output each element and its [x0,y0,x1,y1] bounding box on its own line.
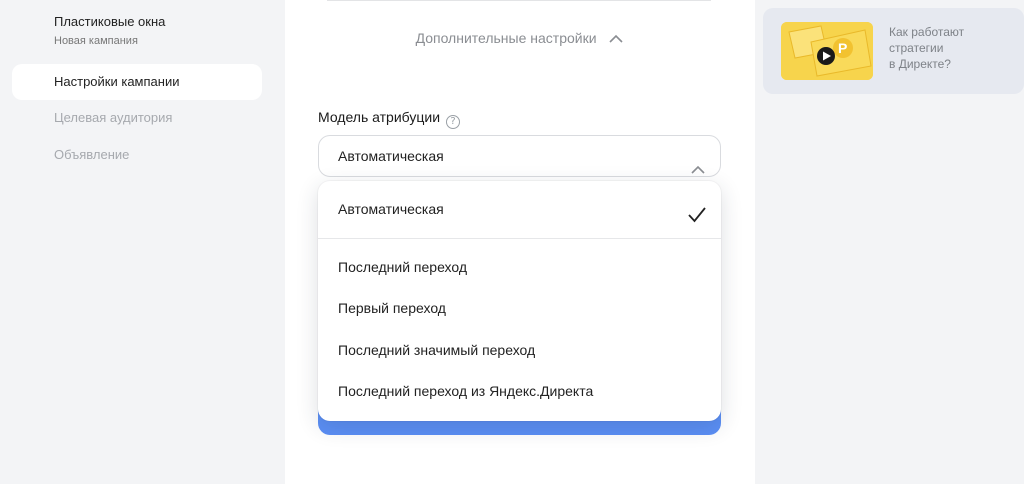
more-settings-label: Дополнительные настройки [415,30,597,46]
option-last-click[interactable]: Последний переход [318,247,721,287]
sidebar: Пластиковые окна Новая кампания Настройк… [0,0,272,484]
attribution-model-dropdown: Автоматическая Последний переход Первый … [318,181,721,421]
chevron-up-icon [608,31,624,47]
option-last-click-yandex-direct[interactable]: Последний переход из Яндекс.Директа [318,371,721,411]
attribution-model-select[interactable]: Автоматическая [318,135,721,177]
checkmark-icon [687,199,707,239]
promo-text: Как работают стратегии в Директе? [889,24,1019,72]
option-last-significant-click[interactable]: Последний значимый переход [318,330,721,370]
more-settings-toggle[interactable]: Дополнительные настройки [285,30,755,47]
campaign-title: Пластиковые окна [54,14,166,29]
attribution-model-label: Модель атрибуции? [318,109,461,129]
dropdown-divider [318,238,721,239]
video-thumbnail: Р [781,22,873,80]
option-label: Автоматическая [338,201,444,217]
sidebar-item-campaign-settings[interactable]: Настройки кампании [12,64,262,100]
sidebar-item-ad[interactable]: Объявление [12,137,262,173]
svg-text:Р: Р [838,40,847,56]
promo-text-line: в Директе? [889,57,951,71]
help-icon[interactable]: ? [446,115,461,129]
main-panel: Дополнительные настройки Модель атрибуци… [285,0,755,484]
option-label: Первый переход [338,300,446,316]
option-automatic[interactable]: Автоматическая [318,189,721,229]
promo-text-line: стратегии [889,41,944,55]
option-label: Последний значимый переход [338,342,536,358]
attribution-model-label-text: Модель атрибуции [318,109,441,125]
divider [327,0,711,1]
sidebar-item-target-audience[interactable]: Целевая аудитория [12,100,262,136]
option-label: Последний переход из Яндекс.Директа [338,383,594,399]
option-first-click[interactable]: Первый переход [318,288,721,328]
strategies-video-promo[interactable]: Р Как работают стратегии в Директе? [763,8,1024,94]
select-value: Автоматическая [338,148,444,164]
promo-text-line: Как работают [889,25,965,39]
campaign-subtitle: Новая кампания [54,35,138,47]
option-label: Последний переход [338,259,468,275]
